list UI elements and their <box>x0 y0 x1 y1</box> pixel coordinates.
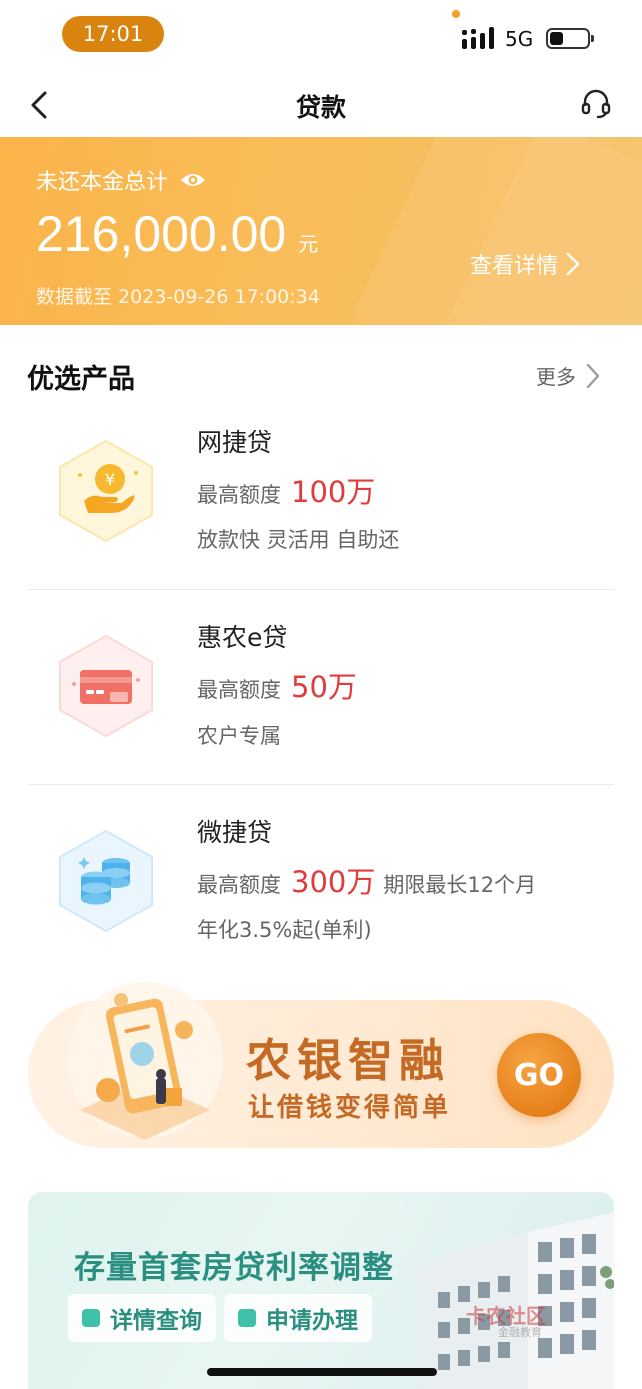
limit-value: 300万 <box>291 865 376 899</box>
principal-label: 未还本金总计 <box>36 170 169 195</box>
limit-label: 最高额度 <box>197 678 281 702</box>
apply-button[interactable]: 申请办理 <box>224 1294 372 1342</box>
bank-card-icon <box>59 634 153 738</box>
coin-stack-icon <box>59 829 153 933</box>
status-time: 17:01 <box>62 16 164 52</box>
limit-value: 50万 <box>291 670 357 704</box>
details-query-button[interactable]: 详情查询 <box>68 1294 216 1342</box>
loan-term: 期限最长12个月 <box>383 873 537 897</box>
go-button[interactable]: GO <box>497 1033 581 1117</box>
svg-text:¥: ¥ <box>105 470 115 489</box>
section-title: 优选产品 <box>27 364 135 395</box>
status-bar: 17:01 5G <box>0 0 642 72</box>
chevron-right-icon <box>586 363 600 388</box>
product-item-weijiedai[interactable]: 微捷贷 最高额度 300万 期限最长12个月 年化3.5%起(单利) <box>0 785 642 980</box>
hand-coin-icon: ¥ <box>59 439 153 543</box>
nav-bar: 贷款 <box>0 72 642 138</box>
limit-label: 最高额度 <box>197 873 281 897</box>
product-description: 农户专属 <box>197 724 281 748</box>
product-description: 放款快 灵活用 自助还 <box>197 528 400 552</box>
outstanding-principal-banner: 未还本金总计 216,000.00 元 数据截至 2023-09-26 17:0… <box>0 137 642 325</box>
view-details-label: 查看详情 <box>470 254 559 279</box>
bullet-square-icon <box>82 1309 100 1327</box>
chevron-right-icon <box>566 252 580 276</box>
page-title: 贷款 <box>295 93 346 122</box>
product-name: 网捷贷 <box>197 428 273 457</box>
customer-service-button[interactable] <box>578 86 614 122</box>
product-limit-row: 最高额度 300万 期限最长12个月 <box>197 859 536 901</box>
battery-tip <box>591 35 594 42</box>
product-item-wangjiedai[interactable]: ¥ 网捷贷 最高额度 100万 放款快 灵活用 自助还 <box>0 395 642 590</box>
signal-icon <box>462 27 494 49</box>
data-timestamp: 数据截至 2023-09-26 17:00:34 <box>36 286 320 308</box>
watermark-subtitle: 金融教育 <box>498 1326 542 1339</box>
product-name: 微捷贷 <box>197 818 273 847</box>
limit-value: 100万 <box>291 475 376 509</box>
view-details-link[interactable]: 查看详情 <box>470 248 580 280</box>
principal-amount: 216,000.00 <box>36 206 287 262</box>
mortgage-title: 存量首套房贷利率调整 <box>74 1250 394 1286</box>
more-products-link[interactable]: 更多 <box>536 361 600 390</box>
principal-label-row: 未还本金总计 <box>36 164 206 196</box>
product-limit-row: 最高额度 100万 <box>197 469 383 511</box>
product-description: 年化3.5%起(单利) <box>197 918 372 942</box>
headset-service-icon <box>581 89 611 119</box>
promo-title: 农银智融 <box>246 1034 451 1087</box>
eye-visibility-icon[interactable] <box>180 171 206 189</box>
home-indicator[interactable] <box>207 1368 437 1376</box>
limit-label: 最高额度 <box>197 483 281 507</box>
amount-unit: 元 <box>298 232 319 256</box>
product-item-huinong-e-dai[interactable]: 惠农e贷 最高额度 50万 农户专属 <box>0 590 642 785</box>
product-limit-row: 最高额度 50万 <box>197 664 365 706</box>
chip-label: 详情查询 <box>110 1308 202 1334</box>
bullet-square-icon <box>238 1309 256 1327</box>
phone-finance-illustration-icon <box>67 982 223 1140</box>
battery-icon <box>546 28 590 49</box>
more-label: 更多 <box>536 365 576 389</box>
network-type: 5G <box>505 27 534 51</box>
chip-label: 申请办理 <box>266 1308 358 1334</box>
mortgage-rate-adjustment-banner[interactable]: 存量首套房贷利率调整 详情查询 申请办理 卡农社区 金融教育 <box>28 1192 614 1389</box>
principal-amount-row: 216,000.00 元 <box>36 205 318 263</box>
promo-subtitle: 让借钱变得简单 <box>248 1093 452 1123</box>
product-name: 惠农e贷 <box>197 623 288 652</box>
privacy-indicator-dot <box>452 10 460 18</box>
